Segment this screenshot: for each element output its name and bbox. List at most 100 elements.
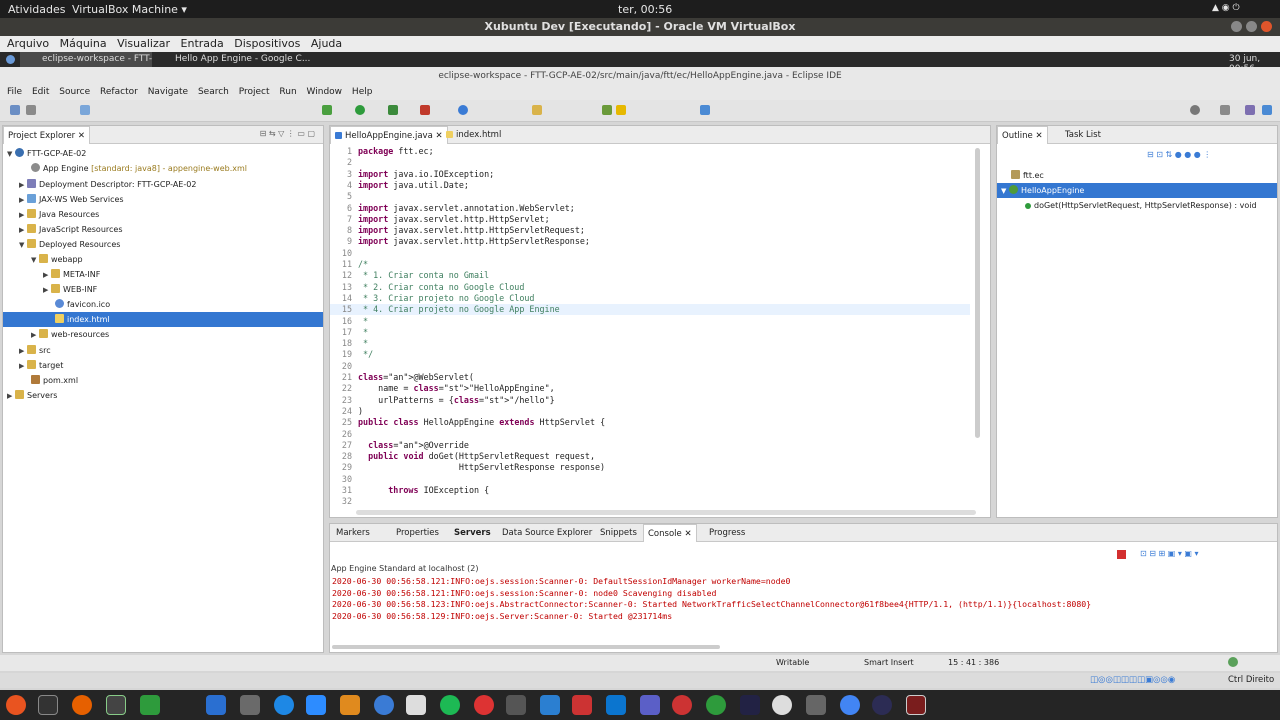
tree-item-deployment-descriptor[interactable]: ▶ Deployment Descriptor: FTT-GCP-AE-02 [19,177,196,192]
taskbar-chrome[interactable]: Hello App Engine - Google C... [160,52,310,67]
code-line[interactable]: 20 [330,361,970,372]
code-line[interactable]: 30 [330,474,970,485]
system-tray-icons[interactable]: ▲ ◉ ⏻ [1212,3,1240,13]
chat-icon[interactable] [474,695,494,715]
virtualbox-running-icon[interactable] [906,695,926,715]
code-area[interactable]: 1 package ftt.ec; 2 3 import java.io.IOExcep… [330,144,990,506]
code-line[interactable]: 9 import javax.servlet.http.HttpServletRe… [330,236,970,247]
new-icon[interactable] [10,105,20,115]
tree-item-target[interactable]: ▶ target [19,358,63,373]
slack-icon[interactable] [772,695,792,715]
bookmark-icon[interactable] [506,695,526,715]
terminate-icon[interactable] [1117,550,1126,559]
code-line[interactable]: 3 import java.io.IOException; [330,169,970,180]
video-editor-icon[interactable] [572,695,592,715]
code-line[interactable]: 1 package ftt.ec; [330,146,970,157]
tab-snippets[interactable]: Snippets [596,524,641,542]
tab-console[interactable]: Console ✕ [643,524,697,542]
mark-occurrences-icon[interactable] [616,105,626,115]
code-line[interactable]: 12 * 1. Criar conta no Gmail [330,270,970,281]
code-line[interactable]: 10 [330,248,970,259]
firefox-icon[interactable] [72,695,92,715]
code-line[interactable]: 21 class="an">@WebServlet( [330,372,970,383]
open-perspective-icon[interactable] [1220,105,1230,115]
task-icon[interactable] [700,105,710,115]
tab-servers[interactable]: Servers [450,524,495,542]
eclipse-icon[interactable] [872,695,892,715]
outline-item-package[interactable]: ftt.ec [1011,168,1044,183]
tab-properties[interactable]: Properties [392,524,443,542]
menu-file[interactable]: File [7,85,22,100]
menu-search[interactable]: Search [198,85,229,100]
save-icon[interactable] [26,105,36,115]
teams-icon[interactable] [640,695,660,715]
console-horizontal-scrollbar[interactable] [332,645,720,649]
menu-help[interactable]: Help [352,85,373,100]
editor-vertical-scrollbar[interactable] [975,148,980,438]
screenshot-icon[interactable] [540,695,560,715]
menu-maquina[interactable]: Máquina [60,36,107,52]
code-line[interactable]: 27 class="an">@Override [330,440,970,451]
maximize-icon[interactable] [1246,21,1257,32]
code-line[interactable]: 25 public class HelloAppEngine extends Ht… [330,417,970,428]
close-icon[interactable] [1261,21,1272,32]
console-output[interactable]: 2020-06-30 00:56:58.121:INFO:oejs.sessio… [330,576,1270,636]
tree-item-java-resources[interactable]: ▶ Java Resources [19,207,99,222]
tree-item-web-resources[interactable]: ▶ web-resources [31,327,109,342]
code-line[interactable]: 23 urlPatterns = {class="st">"/hello"} [330,395,970,406]
messaging-icon[interactable] [274,695,294,715]
tab-outline[interactable]: Outline ✕ [997,126,1048,144]
tab-hello-app-engine[interactable]: HelloAppEngine.java ✕ [330,126,448,144]
code-line[interactable]: 24) [330,406,970,417]
gcp-icon[interactable] [458,105,468,115]
code-line[interactable]: 15 * 4. Criar projeto no Google App Engi… [330,304,970,316]
code-line[interactable]: 8 import javax.servlet.http.HttpServletRe… [330,225,970,236]
tree-item-webapp[interactable]: ▼ webapp [31,252,83,267]
tree-item-favicon[interactable]: favicon.ico [55,297,110,312]
tab-data-source-explorer[interactable]: Data Source Explorer [498,524,596,542]
terminal-icon[interactable] [38,695,58,715]
code-line[interactable]: 18 * [330,338,970,349]
minimize-icon[interactable] [1231,21,1242,32]
zoom-icon[interactable] [306,695,326,715]
code-line[interactable]: 29 HttpServletResponse response) [330,462,970,473]
code-line[interactable]: 5 [330,191,970,202]
code-line[interactable]: 28 public void doGet(HttpServletRequest … [330,451,970,462]
menu-edit[interactable]: Edit [32,85,49,100]
tree-item-src[interactable]: ▶ src [19,343,51,358]
code-line[interactable]: 4 import java.util.Date; [330,180,970,191]
whisker-menu-icon[interactable] [6,55,15,64]
settings-gear-icon[interactable] [672,695,692,715]
java-ee-perspective-icon[interactable] [1245,105,1255,115]
code-line[interactable]: 32 [330,496,970,506]
code-line[interactable]: 14 * 3. Criar projeto no Google Cloud [330,293,970,304]
code-line[interactable]: 6 import javax.servlet.annotation.WebServ… [330,203,970,214]
chrome-icon[interactable] [840,695,860,715]
code-line[interactable]: 7 import javax.servlet.http.HttpServlet; [330,214,970,225]
tree-item-app-engine[interactable]: App Engine [standard: java8] - appengine… [31,161,247,176]
tree-item-meta-inf[interactable]: ▶ META-INF [43,267,100,282]
outline-item-class[interactable]: ▼ HelloAppEngine [997,183,1277,198]
activities-button[interactable]: Atividades [8,3,65,16]
system-monitor-icon[interactable] [106,695,126,715]
taskbar-eclipse[interactable]: eclipse-workspace - FTT-GC... [20,52,152,67]
spreadsheet-icon[interactable] [140,695,160,715]
virtualbox-icon[interactable] [240,695,260,715]
clock[interactable]: ter, 00:56 [618,3,672,16]
files-icon[interactable] [806,695,826,715]
console-toolbar-icons[interactable]: ⊡ ⊟ ⊞ ▣ ▾ ▣ ▾ [1140,549,1199,558]
stop-icon[interactable] [420,105,430,115]
app-center-icon[interactable] [340,695,360,715]
code-line[interactable]: 13 * 2. Criar conta no Google Cloud [330,282,970,293]
code-line[interactable]: 17 * [330,327,970,338]
tree-item-javascript-resources[interactable]: ▶ JavaScript Resources [19,222,123,237]
gcp-status-icon[interactable] [1228,657,1238,667]
menu-project[interactable]: Project [239,85,270,100]
code-line[interactable]: 2 [330,157,970,168]
menu-source[interactable]: Source [59,85,90,100]
code-line[interactable]: 19 */ [330,349,970,360]
view-menu-icons[interactable]: ⊟ ⇆ ▽ ⋮ ▭ ▢ [260,129,315,138]
vbox-device-icons[interactable]: ◫◎◎◫◫◫◫▣◎◎◉ [1090,675,1175,685]
outline-toolbar-icons[interactable]: ⊟ ⊡ ⇅ ● ● ● ⋮ [1147,150,1211,159]
code-line[interactable]: 31 throws IOException { [330,485,970,496]
